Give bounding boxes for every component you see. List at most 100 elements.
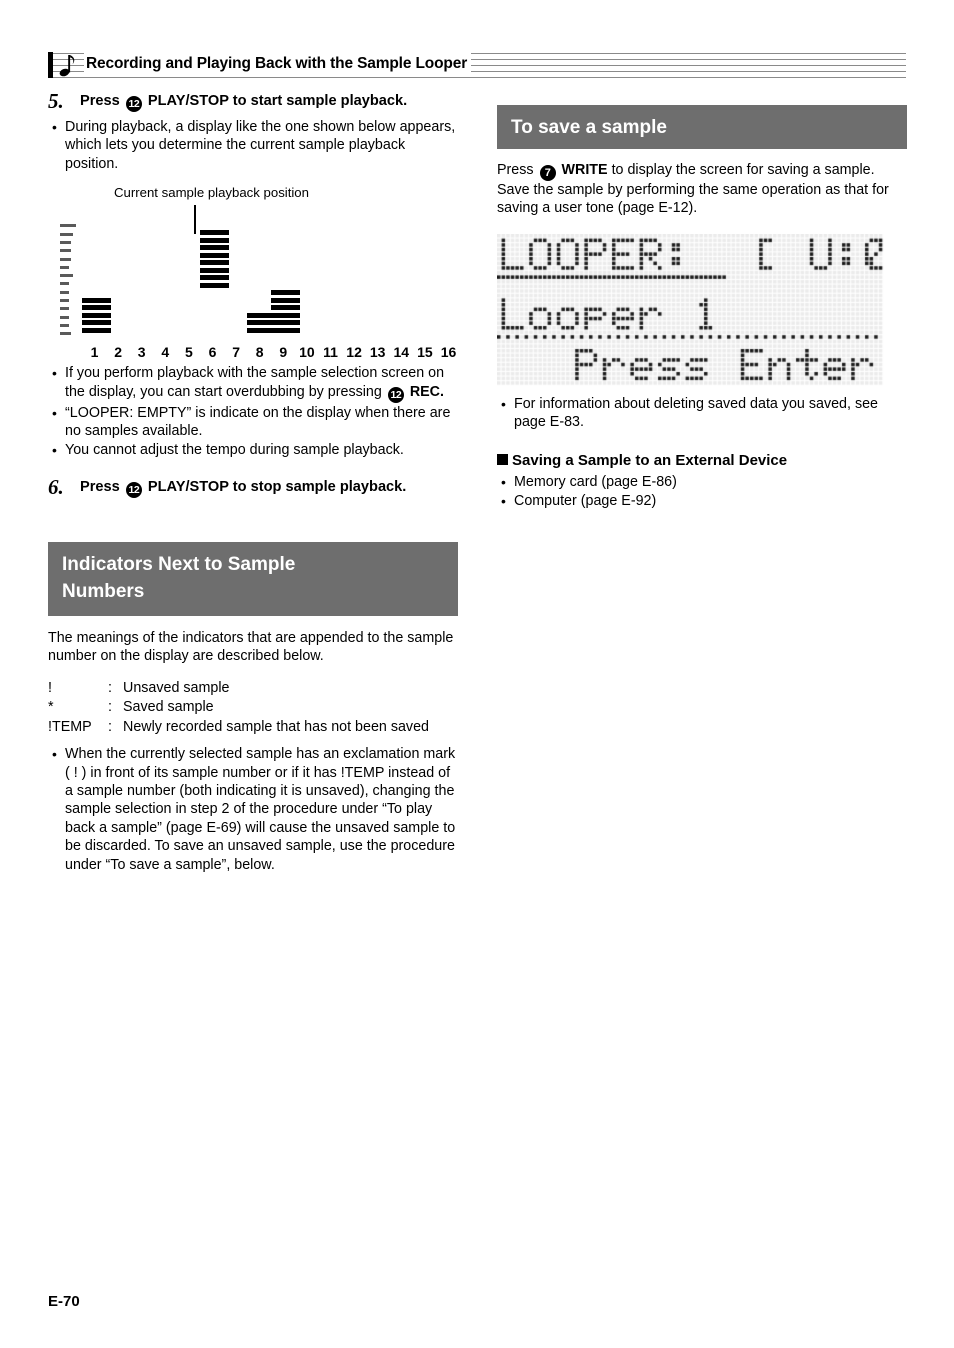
meter-bar-segment (200, 245, 229, 251)
definition-row: *: Saved sample (48, 698, 458, 718)
meter-bar-segment (270, 327, 300, 333)
meter-tick (60, 332, 71, 336)
meter-bar-segment (82, 312, 111, 318)
meter-bar-segment (270, 305, 300, 311)
meter-axis-numbers: 1 2 3 4 5 6 7 8 9 10 11 12 13 14 15 16 (48, 338, 458, 360)
meter-tick (60, 240, 71, 244)
list-item: Memory card (page E-86) (497, 473, 907, 492)
step-6-text-before: Press (80, 478, 120, 495)
running-header: Recording and Playing Back with the Samp… (48, 50, 906, 80)
meter-tick (60, 323, 69, 327)
meter-bar-segment (270, 290, 300, 296)
meter-tick (60, 299, 69, 303)
list-item: If you perform playback with the sample … (48, 364, 458, 403)
step-5-text-before: Press (80, 93, 120, 109)
definition-key: ! (48, 679, 52, 696)
meter-bar-segment (270, 312, 300, 318)
write-button-label: WRITE (561, 162, 608, 178)
step-5-number: 5. (48, 89, 64, 113)
definition-value: Newly recorded sample that has not been … (123, 718, 429, 735)
meter-tick (60, 282, 69, 286)
bar-meter: 1 2 3 4 5 6 7 8 9 10 11 12 13 14 15 16 (48, 213, 458, 360)
eighth-note-icon (59, 55, 75, 77)
list-item: “LOOPER: EMPTY” is indicate on the displ… (48, 404, 458, 441)
meter-tick (60, 274, 73, 278)
save-intro-part1: Press (497, 162, 534, 178)
meter-bar-segment (270, 320, 300, 326)
list-item: For information about deleting saved dat… (497, 395, 907, 432)
meter-bar-segment (270, 297, 300, 303)
meter-bar-segment (200, 237, 229, 243)
lcd-dot-matrix-canvas (497, 233, 887, 387)
meter-tick (60, 315, 69, 319)
square-bullet-icon (497, 453, 508, 465)
definition-value: Saved sample (123, 699, 214, 716)
meter-tick (60, 224, 76, 228)
step-6-text: Press 12 PLAY/STOP to stop sample playba… (80, 478, 406, 498)
save-sample-note: For information about deleting saved dat… (497, 395, 907, 432)
indicator-definition-list: !: Unsaved sample *: Saved sample !TEMP: Ne… (48, 679, 458, 738)
step-5: 5. Press 12 PLAY/STOP to start sample pl… (48, 89, 458, 113)
list-item: You cannot adjust the tempo during sampl… (48, 441, 458, 460)
definition-colon: : (108, 699, 112, 716)
meter-tick (60, 290, 69, 294)
subsection-heading-text: Saving a Sample to an External Device (512, 451, 788, 469)
sample-position-figure: Current sample playback position 1234567… (48, 185, 458, 360)
meter-bar-segment (200, 260, 229, 266)
meter-bar (200, 230, 229, 290)
page-number: E-70 (48, 1293, 80, 1310)
definition-key: !TEMP (48, 718, 92, 735)
definition-value: Unsaved sample (123, 679, 230, 696)
step-6-number: 6. (48, 474, 64, 499)
definition-row: !TEMP: Newly recorded sample that has not… (48, 718, 458, 738)
meter-bar (82, 297, 111, 336)
list-item: During playback, a display like the one … (48, 118, 458, 173)
external-device-list: Memory card (page E-86) Computer (page E… (497, 473, 907, 511)
note-1-part2: REC. (409, 383, 444, 400)
indicators-final-note: When the currently selected sample has a… (48, 745, 458, 874)
staff-barline (48, 52, 53, 78)
meter-tick (60, 232, 73, 236)
list-item: Computer (page E-92) (497, 492, 907, 511)
definition-key: * (48, 699, 54, 716)
save-sample-intro: Press 7 WRITE to display the screen for … (497, 161, 907, 218)
right-column: To save a sample Press 7 WRITE to displa… (497, 105, 907, 511)
meter-bar-segment (82, 297, 111, 303)
section-heading-to-save-a-sample: To save a sample (497, 105, 907, 149)
step-5-notes: If you perform playback with the sample … (48, 364, 458, 460)
definition-colon: : (108, 718, 112, 735)
meter-bar-segment (200, 282, 229, 288)
key-badge-12: 12 (387, 386, 404, 403)
list-item: When the currently selected sample has a… (48, 745, 458, 874)
step-5-bullets: During playback, a display like the one … (48, 118, 458, 173)
meter-tick (60, 307, 69, 311)
save-intro-part2: to display the screen for saving a sampl… (497, 162, 889, 217)
section-heading-line-1: Indicators Next to Sample (62, 553, 296, 575)
meter-tick (60, 257, 71, 261)
meter-scale-ticks (60, 219, 78, 336)
meter-bar-segment (82, 320, 111, 326)
section-heading-line-2: Numbers (62, 580, 145, 602)
meter-bar-segment (200, 267, 229, 273)
meter-bar-segment (200, 230, 229, 236)
meter-bar-segment (82, 305, 111, 311)
meter-bar (270, 290, 300, 335)
figure-callout-label: Current sample playback position (114, 185, 309, 201)
definition-colon: : (108, 679, 112, 696)
meter-bar-segment (200, 275, 229, 281)
section-heading-indicators: Indicators Next to Sample Numbers (48, 541, 458, 616)
definition-row: !: Unsaved sample (48, 679, 458, 699)
meter-tick (60, 265, 69, 269)
meter-axis-number: 16 (440, 344, 457, 361)
step-5-text-after: PLAY/STOP to start sample playback. (147, 93, 408, 109)
step-6: 6. Press 12 PLAY/STOP to stop sample pla… (48, 474, 458, 499)
meter-bar-segment (82, 327, 111, 333)
indicators-intro: The meanings of the indicators that are … (48, 629, 454, 665)
left-column: 5. Press 12 PLAY/STOP to start sample pl… (48, 89, 458, 875)
step-5-text: Press 12 PLAY/STOP to start sample playb… (80, 93, 408, 112)
meter-bar-segment (200, 252, 229, 258)
key-badge-12: 12 (125, 481, 142, 498)
key-badge-7: 7 (539, 165, 556, 181)
subsection-heading-external-device: Saving a Sample to an External Device (497, 452, 907, 469)
meter-tick (60, 249, 71, 253)
